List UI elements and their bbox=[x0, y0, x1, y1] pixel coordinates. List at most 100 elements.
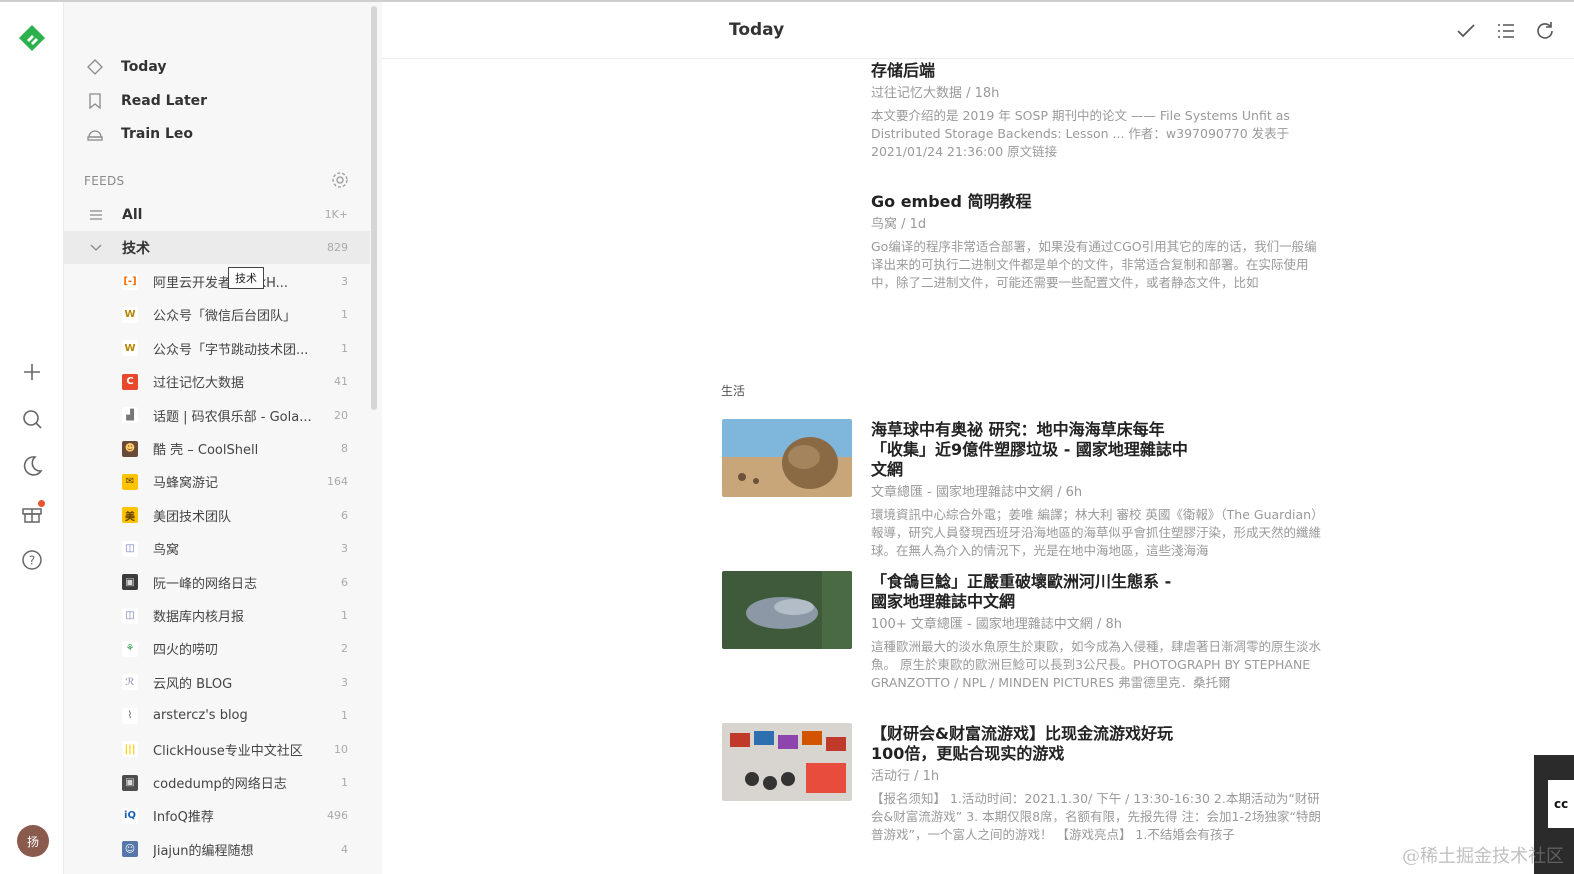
feed-item[interactable]: ||| ClickHouse专业中文社区 10 bbox=[64, 733, 370, 766]
unread-count: 164 bbox=[327, 475, 348, 489]
article-thumbnail[interactable] bbox=[722, 419, 852, 497]
search-icon[interactable] bbox=[20, 407, 44, 431]
feed-item[interactable]: ▣ 阮一峰的网络日志 6 bbox=[64, 566, 370, 599]
feed-item[interactable]: C 过往记忆大数据 41 bbox=[64, 365, 370, 398]
article-card[interactable]: 「食鴿巨鯰」正嚴重破壞歐洲河川生態系 - 國家地理雜誌中文網 100+ 文章總匯… bbox=[871, 572, 1321, 692]
feed-label: ClickHouse专业中文社区 bbox=[153, 743, 303, 759]
feed-label: 阿里云开发者 ClickH... bbox=[153, 276, 289, 291]
feed-label: codedump的网络日志 bbox=[153, 777, 287, 792]
page-header: Today bbox=[382, 2, 1574, 59]
feed-favicon-icon: ▣ bbox=[122, 574, 138, 591]
unread-count: 6 bbox=[341, 575, 348, 589]
feed-item[interactable]: W 公众号「微信后台团队」 1 bbox=[64, 298, 370, 331]
feed-item[interactable]: ◫ 鸟窝 3 bbox=[64, 532, 370, 565]
unread-count: 20 bbox=[334, 408, 348, 422]
feed-item[interactable]: ⚘ 四火的唠叨 2 bbox=[64, 632, 370, 665]
feed-label: 过往记忆大数据 bbox=[153, 376, 245, 392]
feed-item[interactable]: ◫ 数据库内核月报 1 bbox=[64, 599, 370, 632]
unread-count: 41 bbox=[334, 375, 348, 389]
feedly-logo-icon[interactable] bbox=[18, 24, 46, 52]
nav-item-train-leo[interactable]: Train Leo bbox=[86, 121, 193, 147]
notification-dot bbox=[38, 500, 45, 507]
article-snippet: Go编译的程序非常适合部署，如果没有通过CGO引用其它的库的话，我们一般编译出来… bbox=[871, 239, 1317, 290]
section-label-life: 生活 bbox=[721, 384, 746, 398]
article-card[interactable]: Go embed 简明教程 鸟窝 / 1d Go编译的程序非常适合部署，如果没有… bbox=[871, 192, 1321, 292]
feed-favicon-icon: ▣ bbox=[122, 774, 138, 791]
unread-count: 3 bbox=[341, 542, 348, 556]
nav-item-read-later[interactable]: Read Later bbox=[86, 88, 207, 114]
feed-label: 阮一峰的网络日志 bbox=[153, 576, 258, 592]
feed-label: 鸟窝 bbox=[153, 543, 180, 559]
feed-item[interactable]: ☺ Jiajun的编程随想 4 bbox=[64, 833, 370, 866]
feed-favicon-icon: W bbox=[122, 340, 138, 357]
watermark: @稀土掘金技术社区 bbox=[1402, 846, 1564, 867]
article-card[interactable]: 【财研会&财富流游戏】比现金流游戏好玩100倍，更贴合现实的游戏 活动行 / 1… bbox=[871, 724, 1321, 844]
help-icon[interactable]: ? bbox=[20, 548, 44, 572]
refresh-icon[interactable] bbox=[1534, 20, 1556, 42]
gear-icon[interactable] bbox=[330, 170, 350, 190]
bookmark-icon bbox=[86, 92, 104, 110]
article-thumbnail[interactable] bbox=[722, 723, 852, 801]
feed-favicon-icon: 美 bbox=[122, 507, 138, 524]
feed-favicon-icon: ⚘ bbox=[122, 640, 138, 657]
sidebar-scrollbar[interactable] bbox=[371, 6, 377, 410]
article-title[interactable]: 【财研会&财富流游戏】比现金流游戏好玩100倍，更贴合现实的游戏 bbox=[871, 724, 1191, 764]
article-thumbnail[interactable] bbox=[722, 571, 852, 649]
edge-panel-label: cc bbox=[1548, 780, 1574, 828]
feed-label: 美团技术团队 bbox=[153, 509, 232, 525]
feed-item[interactable]: ⌇ arstercz's blog 1 bbox=[64, 699, 370, 732]
article-snippet: 本文要介绍的是 2019 年 SOSP 期刊中的论文 —— File Syste… bbox=[871, 108, 1290, 159]
unread-count: 496 bbox=[327, 809, 348, 823]
chevron-down-icon[interactable] bbox=[89, 241, 103, 255]
unread-count: 2 bbox=[341, 642, 348, 656]
layout-list-icon[interactable] bbox=[1495, 20, 1517, 42]
main-content: Today 存储后端 过往记忆大数据 / 18h 本文要介绍的是 2019 年 … bbox=[382, 2, 1574, 874]
nav-label: Read Later bbox=[121, 93, 208, 109]
article-title[interactable]: 海草球中有奥祕 研究：地中海海草床每年「收集」近9億件塑膠垃圾 - 國家地理雜誌… bbox=[871, 420, 1191, 480]
feed-favicon-icon: ▟ bbox=[122, 407, 138, 424]
article-card[interactable]: 海草球中有奥祕 研究：地中海海草床每年「收集」近9億件塑膠垃圾 - 國家地理雜誌… bbox=[871, 420, 1321, 560]
unread-count: 1 bbox=[341, 709, 348, 723]
night-mode-icon[interactable] bbox=[20, 454, 44, 478]
feed-favicon-icon: ℛ bbox=[122, 674, 138, 691]
feed-item[interactable]: ▣ codedump的网络日志 1 bbox=[64, 766, 370, 799]
feed-item[interactable]: ▟ 话题 | 码农俱乐部 - Gola... 20 bbox=[64, 399, 370, 432]
feed-all[interactable]: All 1K+ bbox=[64, 198, 370, 231]
user-avatar[interactable]: 扬 bbox=[17, 825, 49, 857]
feed-item[interactable]: ☻ 酷 壳 – CoolShell 8 bbox=[64, 432, 370, 465]
feed-label: 话题 | 码农俱乐部 - Gola... bbox=[153, 409, 312, 425]
nav-label: Train Leo bbox=[121, 126, 194, 142]
unread-count: 1 bbox=[341, 341, 348, 355]
add-content-icon[interactable] bbox=[20, 360, 44, 384]
category-tech[interactable]: 技术 829 bbox=[64, 231, 370, 264]
article-title[interactable]: 「食鴿巨鯰」正嚴重破壞歐洲河川生態系 - 國家地理雜誌中文網 bbox=[871, 572, 1191, 612]
nav-item-today[interactable]: Today bbox=[86, 54, 166, 80]
unread-count: 10 bbox=[334, 742, 348, 756]
article-title[interactable]: 存储后端 bbox=[871, 61, 1321, 81]
unread-count: 3 bbox=[341, 675, 348, 689]
feed-favicon-icon: ✉ bbox=[122, 473, 138, 490]
feed-favicon-icon: ☻ bbox=[122, 440, 138, 457]
feed-label: 马蜂窝游记 bbox=[153, 476, 219, 492]
left-rail: ? 扬 bbox=[0, 2, 64, 874]
article-card[interactable]: 存储后端 过往记忆大数据 / 18h 本文要介绍的是 2019 年 SOSP 期… bbox=[871, 61, 1321, 161]
feed-item[interactable]: [-] 阿里云开发者 ClickH... 3 bbox=[64, 265, 370, 298]
feed-item[interactable]: W 公众号「字节跳动技术团... 1 bbox=[64, 332, 370, 365]
feed-item[interactable]: ✉ 马蜂窝游记 164 bbox=[64, 465, 370, 498]
feed-item[interactable]: ℛ 云风的 BLOG 3 bbox=[64, 666, 370, 699]
article-snippet: 這種歐洲最大的淡水魚原生於東歐，如今成為入侵種，肆虐著日漸凋零的原生淡水魚。 原… bbox=[871, 639, 1321, 690]
article-meta: 活动行 / 1h bbox=[871, 769, 940, 784]
feed-item[interactable]: 美美团技术团队 6 bbox=[64, 499, 370, 532]
unread-count: 1 bbox=[341, 308, 348, 322]
article-meta: 100+ 文章總匯 - 國家地理雜誌中文網 / 8h bbox=[871, 617, 1122, 632]
article-meta: 文章總匯 - 國家地理雜誌中文網 / 6h bbox=[871, 485, 1083, 500]
feed-favicon-icon: ⌇ bbox=[122, 707, 138, 724]
article-title[interactable]: Go embed 简明教程 bbox=[871, 192, 1321, 212]
nav-label: Today bbox=[121, 59, 167, 75]
mark-as-read-icon[interactable] bbox=[1455, 20, 1477, 42]
feed-label: 酷 壳 – CoolShell bbox=[153, 443, 259, 458]
unread-count: 829 bbox=[327, 241, 348, 254]
feed-item[interactable]: iQ InfoQ推荐 496 bbox=[64, 799, 370, 832]
feed-favicon-icon: ◫ bbox=[122, 540, 138, 557]
feed-label: 云风的 BLOG bbox=[153, 676, 233, 692]
